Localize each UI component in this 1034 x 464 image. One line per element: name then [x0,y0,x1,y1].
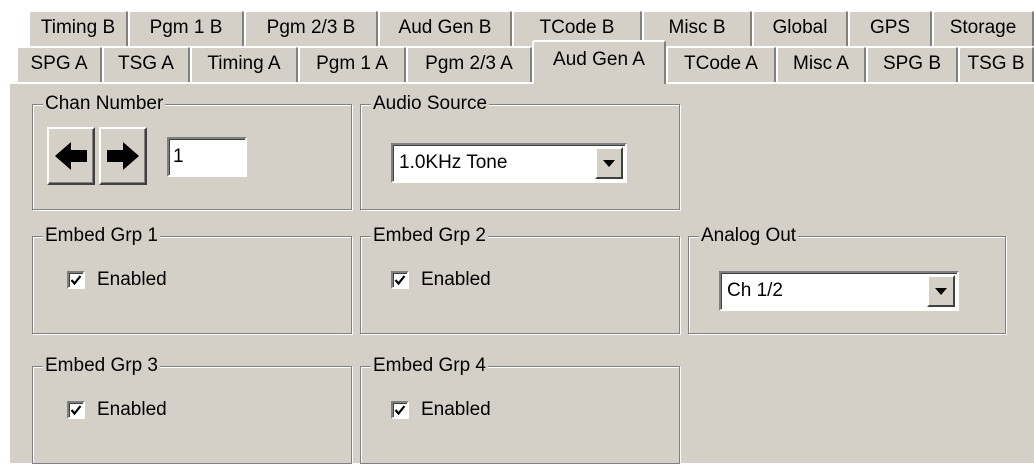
checkmark-icon [70,405,82,416]
embed-grp-4-legend: Embed Grp 4 [371,355,488,377]
embed-grp-1-legend: Embed Grp 1 [43,225,160,247]
tab-gps[interactable]: GPS [848,10,932,46]
tab-tcode-a[interactable]: TCode A [666,46,776,82]
embed-grp-2-group: Embed Grp 2 Enabled [360,225,680,334]
prev-channel-button[interactable] [47,127,95,185]
tab-misc-a[interactable]: Misc A [776,46,866,82]
tab-aud-gen-b[interactable]: Aud Gen B [378,10,512,46]
tab-pgm-1-b[interactable]: Pgm 1 B [128,10,244,46]
tab-global[interactable]: Global [752,10,848,46]
audio-source-select[interactable]: 1.0KHz Tone [391,143,627,183]
audio-source-value: 1.0KHz Tone [399,152,508,173]
tab-page-aud-gen-a: Chan Number 1 Audio Source 1.0KHz Tone E… [8,82,1034,464]
checkmark-icon [394,275,406,286]
checkbox-box[interactable] [67,271,85,289]
audio-source-legend: Audio Source [371,93,490,115]
checkbox-box[interactable] [391,271,409,289]
checkbox-label: Enabled [421,399,491,420]
tab-timing-b[interactable]: Timing B [28,10,128,46]
embed-grp-3-enabled-checkbox[interactable]: Enabled [67,399,167,421]
analog-out-value: Ch 1/2 [727,280,783,301]
left-arrow-icon [55,142,87,170]
embed-grp-2-legend: Embed Grp 2 [371,225,488,247]
tab-tsg-a[interactable]: TSG A [102,46,190,82]
right-arrow-icon [107,142,139,170]
analog-out-group: Analog Out Ch 1/2 [688,225,1006,334]
chevron-down-icon [935,287,947,295]
embed-grp-4-enabled-checkbox[interactable]: Enabled [391,399,491,421]
checkbox-box[interactable] [67,401,85,419]
tab-aud-gen-a[interactable]: Aud Gen A [532,40,666,84]
chan-number-legend: Chan Number [43,93,166,115]
chevron-down-icon [603,159,615,167]
checkbox-label: Enabled [97,269,167,290]
embed-grp-3-legend: Embed Grp 3 [43,355,160,377]
chan-number-group: Chan Number 1 [32,93,352,210]
tab-pgm-1-a[interactable]: Pgm 1 A [298,46,406,82]
analog-out-dropdown-button[interactable] [927,275,955,307]
analog-out-select[interactable]: Ch 1/2 [719,271,959,311]
checkbox-label: Enabled [97,399,167,420]
tab-timing-a[interactable]: Timing A [190,46,298,82]
embed-grp-2-enabled-checkbox[interactable]: Enabled [391,269,491,291]
embed-grp-3-group: Embed Grp 3 Enabled [32,355,352,464]
tab-pgm-2-3-b[interactable]: Pgm 2/3 B [244,10,378,46]
next-channel-button[interactable] [99,127,147,185]
tab-spg-a[interactable]: SPG A [16,46,102,82]
audio-source-dropdown-button[interactable] [595,147,623,179]
checkmark-icon [394,405,406,416]
embed-grp-4-group: Embed Grp 4 Enabled [360,355,680,464]
embed-grp-1-enabled-checkbox[interactable]: Enabled [67,269,167,291]
checkbox-label: Enabled [421,269,491,290]
chan-number-input[interactable]: 1 [167,137,247,177]
checkbox-box[interactable] [391,401,409,419]
embed-grp-1-group: Embed Grp 1 Enabled [32,225,352,334]
checkmark-icon [70,275,82,286]
tab-spg-b[interactable]: SPG B [866,46,958,82]
tab-pgm-2-3-a[interactable]: Pgm 2/3 A [406,46,532,82]
audio-source-group: Audio Source 1.0KHz Tone [360,93,680,210]
analog-out-legend: Analog Out [699,225,799,247]
tab-tsg-b[interactable]: TSG B [958,46,1034,82]
tab-storage[interactable]: Storage [932,10,1034,46]
